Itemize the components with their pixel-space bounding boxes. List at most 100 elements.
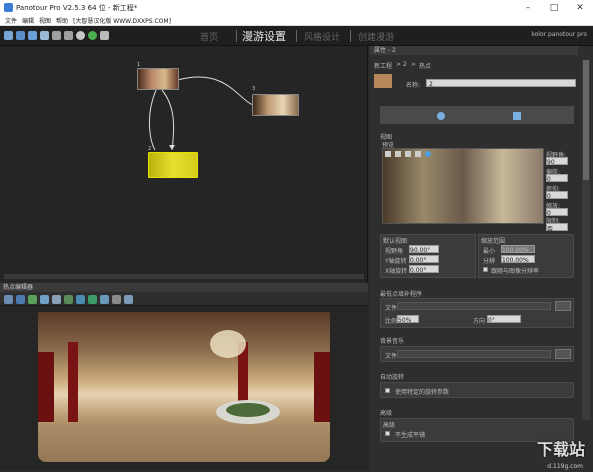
polygon-tool-icon[interactable] — [28, 295, 37, 304]
cube-icon[interactable] — [513, 112, 521, 120]
point-tool-icon[interactable] — [16, 295, 25, 304]
no-tiles-checkbox[interactable] — [385, 431, 390, 436]
tilt-field[interactable]: 0 — [546, 191, 568, 200]
open-icon[interactable] — [16, 31, 25, 40]
watermark-text: 下载站 — [536, 440, 585, 459]
panorama-node-3[interactable] — [252, 94, 299, 116]
close-button[interactable]: ✕ — [567, 0, 593, 15]
menu-view[interactable]: 视图 — [39, 16, 51, 25]
save-as-icon[interactable] — [40, 31, 49, 40]
breadcrumb-arrow: > — [411, 61, 417, 68]
bg-browse-button[interactable] — [555, 349, 571, 359]
min-label: 最小 — [483, 248, 496, 255]
settings-icon[interactable] — [76, 31, 85, 40]
min-input[interactable]: 100.00% — [501, 245, 535, 254]
bg-music-section: 背景音乐 — [380, 338, 405, 345]
file-input[interactable] — [397, 302, 551, 310]
panorama-preview[interactable] — [38, 312, 330, 462]
yaw-value: 0.00° — [410, 257, 427, 264]
fov-field[interactable]: 90 — [546, 157, 568, 166]
name-value: 2 — [429, 81, 433, 88]
menu-edit[interactable]: 编辑 — [22, 16, 34, 25]
pan-field[interactable]: 0 — [546, 174, 568, 183]
pitch-value: 0.00° — [410, 267, 427, 274]
max-label: 分辨 — [483, 258, 496, 265]
panorama-scene — [38, 330, 330, 462]
limit-select[interactable]: 否 — [546, 223, 568, 233]
new-project-icon[interactable] — [4, 31, 13, 40]
hotspot-canvas[interactable] — [0, 306, 368, 470]
breadcrumb-num[interactable]: 2 — [403, 61, 407, 68]
rotate-input[interactable]: 0° — [487, 315, 521, 324]
name-field[interactable]: 2 — [426, 79, 576, 88]
auto-rotate-checkbox[interactable] — [385, 388, 390, 393]
browse-button[interactable] — [555, 301, 571, 311]
app-icon — [4, 3, 13, 12]
default-view-title: 默认视图 — [383, 238, 408, 245]
bg-music-group: 文件 — [380, 346, 574, 362]
menu-bar: 文件 编辑 视图 帮助 [大智慧汉化版 WWW.DXXPS.COM] — [0, 15, 593, 26]
match-resolution-checkbox[interactable] — [483, 267, 488, 272]
tab-create-tour[interactable]: 创建漫游 — [358, 30, 394, 43]
yaw-input[interactable]: 0.00° — [409, 255, 439, 264]
maximize-button[interactable]: □ — [541, 0, 567, 15]
default-fov-input[interactable]: 90.00° — [409, 245, 439, 254]
zoom-tool-icon[interactable] — [40, 295, 49, 304]
menu-crack-note: [大智慧汉化版 WWW.DXXPS.COM] — [73, 17, 171, 25]
link-tool-icon[interactable] — [64, 295, 73, 304]
minimize-button[interactable]: – — [515, 0, 541, 15]
scale-label: 比例 — [385, 318, 398, 325]
breadcrumb-root[interactable]: 新工程 — [374, 61, 392, 70]
export-icon[interactable] — [100, 31, 109, 40]
properties-scrollbar-thumb[interactable] — [583, 60, 589, 180]
video-tool-icon[interactable] — [100, 295, 109, 304]
preview-image[interactable] — [382, 148, 544, 224]
redo-icon[interactable] — [64, 31, 73, 40]
hotspot-toolbar — [0, 292, 368, 306]
hotspot-editor-header: 热点编辑器 — [0, 283, 368, 292]
auto-rotate-section: 自动旋转 — [380, 374, 405, 381]
min-hotspot-group: 文件 比例 50% 方向 0° — [380, 298, 574, 328]
match-resolution-label: 跟随与图像分辨率 — [491, 268, 540, 275]
tab-home[interactable]: 首页 — [200, 30, 218, 43]
nav-separator — [350, 30, 351, 42]
text-tool-icon[interactable] — [112, 295, 121, 304]
menu-help[interactable]: 帮助 — [56, 16, 68, 25]
zoom-range-group: 缩放范围 最小 100.00% 分辨 100.00% 跟随与图像分辨率 — [478, 234, 574, 278]
preview-tool-icon[interactable] — [425, 151, 431, 157]
sphere-icon[interactable] — [437, 112, 445, 120]
menu-file[interactable]: 文件 — [5, 16, 17, 25]
preview-tool-icon[interactable] — [405, 151, 411, 157]
panorama-node-2-selected[interactable] — [148, 152, 198, 178]
sound-tool-icon[interactable] — [76, 295, 85, 304]
pitch-input[interactable]: 0.00° — [409, 265, 439, 274]
preview-tool-icon[interactable] — [415, 151, 421, 157]
view-tool-icon[interactable] — [52, 295, 61, 304]
select-tool-icon[interactable] — [4, 295, 13, 304]
limit-value: 否 — [547, 226, 554, 233]
preview-tool-icon[interactable] — [395, 151, 401, 157]
panorama-node-1[interactable] — [137, 68, 179, 90]
tour-graph[interactable]: 1 3 2 — [0, 46, 368, 282]
image-tool-icon[interactable] — [88, 295, 97, 304]
preview-tool-icon[interactable] — [385, 151, 391, 157]
tab-style-design[interactable]: 风格设计 — [304, 30, 340, 43]
max-value: 100.00% — [502, 257, 529, 264]
window-title: Panotour Pro V2.5.3 64 位 - 新工程* — [16, 3, 138, 12]
delete-tool-icon[interactable] — [124, 295, 133, 304]
zoom-field[interactable]: 0 — [546, 208, 568, 217]
play-icon[interactable] — [88, 31, 97, 40]
bg-file-input[interactable] — [397, 350, 551, 358]
undo-icon[interactable] — [52, 31, 61, 40]
max-input[interactable]: 100.00% — [501, 255, 535, 264]
scale-input[interactable]: 50% — [397, 315, 419, 324]
watermark-url: d.119g.com — [547, 463, 583, 470]
no-tiles-label: 不生成平铺 — [395, 432, 426, 439]
type-selector[interactable] — [380, 106, 574, 124]
scale-value: 50% — [398, 317, 412, 324]
node-3-label: 3 — [252, 86, 256, 92]
tab-tour-settings[interactable]: 漫游设置 — [242, 28, 286, 44]
tilt-value: 0 — [547, 193, 551, 200]
save-icon[interactable] — [28, 31, 37, 40]
graph-scrollbar[interactable] — [4, 274, 364, 279]
